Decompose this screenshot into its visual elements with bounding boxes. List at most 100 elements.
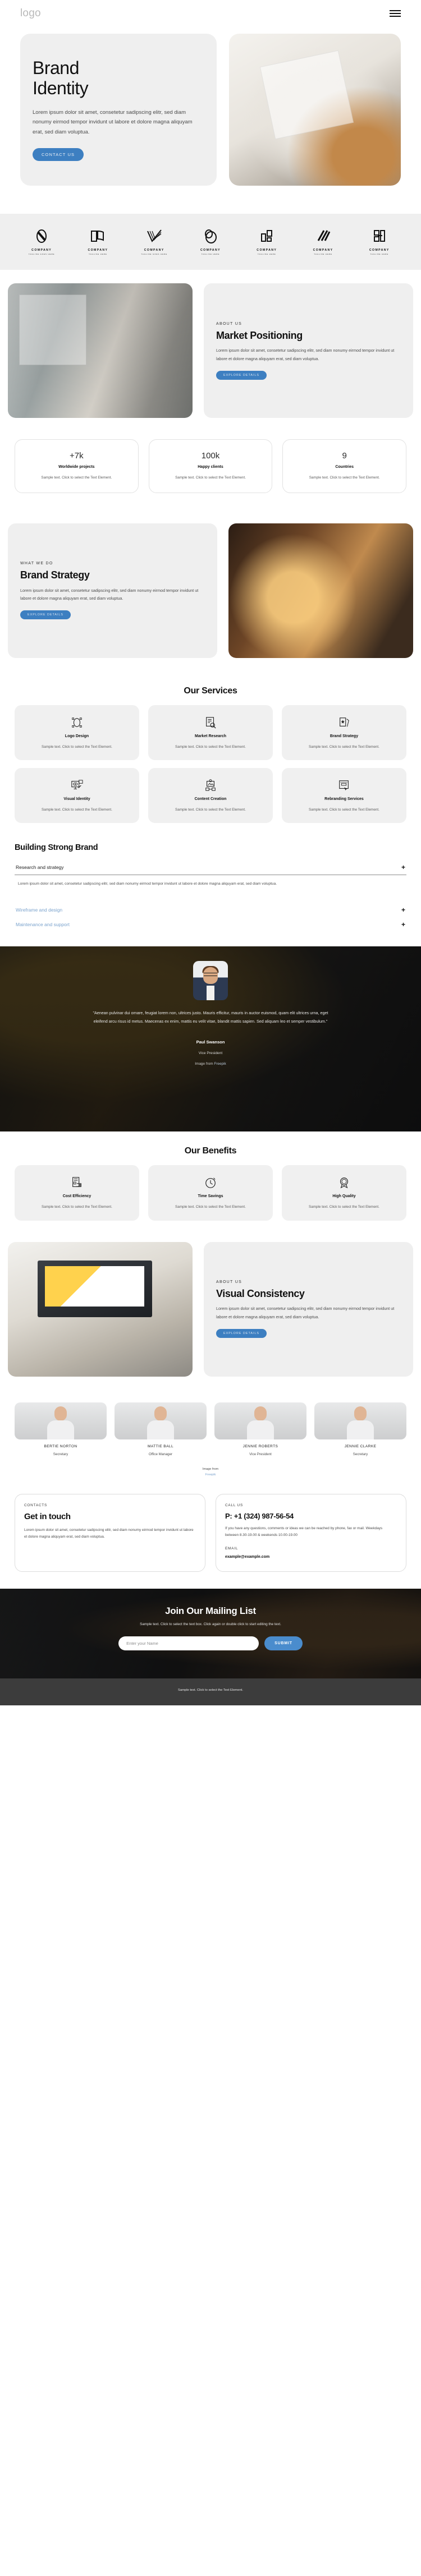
benefit-card[interactable]: Time Savings Sample text. Click to selec…: [148, 1165, 273, 1221]
visual-title: Visual Consistency: [216, 1287, 305, 1299]
name-input[interactable]: [118, 1636, 259, 1651]
accordion-panel-body: Lorem ipsum dolor sit amet, consetetur s…: [18, 882, 277, 886]
accordion-label: Research and strategy: [16, 864, 64, 871]
client-logo-item: COMPANY TAGLINE GOES HERE: [126, 228, 182, 255]
phone-number[interactable]: P: +1 (324) 987-56-54: [225, 1512, 397, 1520]
testimonial-author-role: Vice President: [198, 1051, 223, 1055]
email-address[interactable]: example@example.com: [225, 1555, 397, 1559]
plus-icon[interactable]: +: [401, 864, 405, 871]
brand-strategy-section: WHAT WE DO Brand Strategy Lorem ipsum do…: [0, 510, 421, 671]
market-positioning-section: ABOUT US Market Positioning Lorem ipsum …: [0, 270, 421, 431]
benefit-title: High Quality: [332, 1194, 356, 1199]
contacts-eyebrow: CONTACTS: [24, 1503, 48, 1507]
submit-button[interactable]: SUBMIT: [264, 1636, 303, 1651]
market-description: Lorem ipsum dolor sit amet, consetetur s…: [216, 348, 395, 361]
rebranding-icon: [289, 778, 400, 793]
client-logo-item: COMPANY TAGLINE HERE: [295, 228, 351, 255]
contacts-description: Lorem ipsum dolor sit amet, consetetur s…: [24, 1528, 194, 1539]
team-member-name: BERTIE NORTON: [44, 1444, 77, 1448]
services-row-1: Logo Design Sample text. Click to select…: [0, 705, 421, 768]
freepik-link[interactable]: Freepik: [214, 1062, 226, 1066]
market-text-card: ABOUT US Market Positioning Lorem ipsum …: [204, 283, 413, 418]
contact-us-button[interactable]: CONTACT US: [33, 148, 84, 162]
stat-card: 9 Countries Sample text. Click to select…: [282, 439, 407, 493]
stat-number: 9: [342, 451, 347, 461]
testimonial-section: "Aenean pulvinar dui ornare, feugiat lor…: [0, 946, 421, 1131]
hero-text-card: Brand Identity Lorem ipsum dolor sit ame…: [20, 34, 217, 186]
brand-strategy-icon: [289, 715, 400, 730]
plus-icon[interactable]: +: [401, 921, 405, 928]
accordion-item-research-and-strategy[interactable]: Research and strategy +: [15, 860, 406, 876]
service-text: Sample text. Click to select the Text El…: [175, 744, 246, 749]
hamburger-bar: [390, 10, 401, 11]
accordion-item-wireframe-and-design[interactable]: Wireframe and design +: [15, 903, 406, 917]
site-logo[interactable]: logo: [20, 7, 41, 20]
visual-explore-button[interactable]: EXPLORE DETAILS: [216, 1329, 267, 1338]
contact-section: CONTACTS Get in touch Lorem ipsum dolor …: [0, 1491, 421, 1589]
client-tagline: TAGLINE HERE: [89, 253, 107, 256]
cost-efficiency-icon: [21, 1175, 132, 1190]
logo-mark-blocks-icon: [373, 230, 385, 242]
call-us-eyebrow: CALL US: [225, 1503, 244, 1507]
client-tagline: TAGLINE HERE: [314, 253, 332, 256]
service-card[interactable]: Content Creation Sample text. Click to s…: [148, 768, 273, 824]
benefit-title: Time Savings: [198, 1194, 223, 1199]
stat-text: Sample text. Click to select the Text El…: [309, 476, 380, 480]
content-creation-icon: [155, 778, 266, 793]
hamburger-icon[interactable]: [390, 10, 401, 17]
service-text: Sample text. Click to select the Text El…: [309, 808, 379, 812]
email-label: EMAIL: [225, 1547, 239, 1551]
mailing-subtitle: Sample text. Click to select the text bo…: [140, 1622, 281, 1627]
team-member-role: Secretary: [53, 1452, 68, 1456]
benefit-text: Sample text. Click to select the Text El…: [309, 1205, 379, 1209]
client-name: COMPANY: [369, 249, 390, 252]
benefit-card[interactable]: Cost Efficiency Sample text. Click to se…: [15, 1165, 139, 1221]
client-name: COMPANY: [257, 249, 277, 252]
time-savings-icon: [155, 1175, 266, 1190]
service-text: Sample text. Click to select the Text El…: [309, 744, 379, 749]
service-card[interactable]: Brand Strategy Sample text. Click to sel…: [282, 705, 406, 760]
mailing-list-section: Join Our Mailing List Sample text. Click…: [0, 1589, 421, 1678]
plus-icon[interactable]: +: [401, 907, 405, 913]
service-card[interactable]: Market Research Sample text. Click to se…: [148, 705, 273, 760]
client-logo-item: COMPANY TAGLINE HERE: [351, 228, 408, 255]
contacts-title: Get in touch: [24, 1511, 71, 1521]
stat-label: Worldwide projects: [58, 465, 95, 470]
services-row-2: Visual Identity Sample text. Click to se…: [0, 768, 421, 831]
logo-mark-squares-icon: [261, 230, 273, 242]
strategy-eyebrow: WHAT WE DO: [20, 561, 53, 565]
avatar-shirt: [207, 986, 214, 1001]
strategy-description: Lorem ipsum dolor sit amet, consetetur s…: [20, 587, 199, 601]
strategy-explore-button[interactable]: EXPLORE DETAILS: [20, 610, 71, 620]
photo-head: [54, 1406, 67, 1422]
building-strong-brand-section: Building Strong Brand Research and strat…: [0, 831, 421, 946]
service-card[interactable]: Visual Identity Sample text. Click to se…: [15, 768, 139, 824]
photo-head: [254, 1406, 267, 1422]
freepik-link[interactable]: Freepik: [0, 1472, 421, 1478]
client-logo-item: COMPANY TAGLINE HERE: [239, 228, 295, 255]
page-root: logo Brand Identity Lorem ipsum dolor si…: [0, 0, 421, 1706]
benefit-text: Sample text. Click to select the Text El…: [175, 1205, 246, 1209]
logo-mark-check-icon: [147, 229, 162, 243]
client-logo-item: COMPANY TAGLINE HERE: [182, 228, 239, 255]
benefit-card[interactable]: High Quality Sample text. Click to selec…: [282, 1165, 406, 1221]
services-title: Our Services: [184, 686, 237, 696]
service-card[interactable]: Logo Design Sample text. Click to select…: [15, 705, 139, 760]
mailing-title: Join Our Mailing List: [165, 1606, 256, 1617]
call-us-card: CALL US P: +1 (324) 987-56-54 If you hav…: [216, 1493, 406, 1572]
service-card[interactable]: Rebranding Services Sample text. Click t…: [282, 768, 406, 824]
accordion-item-maintenance-and-support[interactable]: Maintenance and support +: [15, 917, 406, 932]
call-us-description: If you have any questions, comments or i…: [225, 1526, 383, 1537]
team-member-role: Secretary: [353, 1452, 368, 1456]
client-name: COMPANY: [88, 249, 108, 252]
benefits-row: Cost Efficiency Sample text. Click to se…: [0, 1165, 421, 1228]
team-member-name: JENNIE CLARKE: [344, 1444, 377, 1448]
market-eyebrow: ABOUT US: [216, 321, 242, 326]
testimonial-image-credit: Image from Freepik: [34, 1062, 387, 1066]
client-logo-strip: COMPANY TAGLINE GOES HERE COMPANY TAGLIN…: [0, 214, 421, 270]
client-name: COMPANY: [313, 249, 333, 252]
client-logo-item: COMPANY TAGLINE GOES HERE: [13, 228, 70, 255]
stats-section: +7k Worldwide projects Sample text. Clic…: [0, 431, 421, 509]
market-image-office: [8, 283, 193, 418]
market-explore-button[interactable]: EXPLORE DETAILS: [216, 371, 267, 380]
